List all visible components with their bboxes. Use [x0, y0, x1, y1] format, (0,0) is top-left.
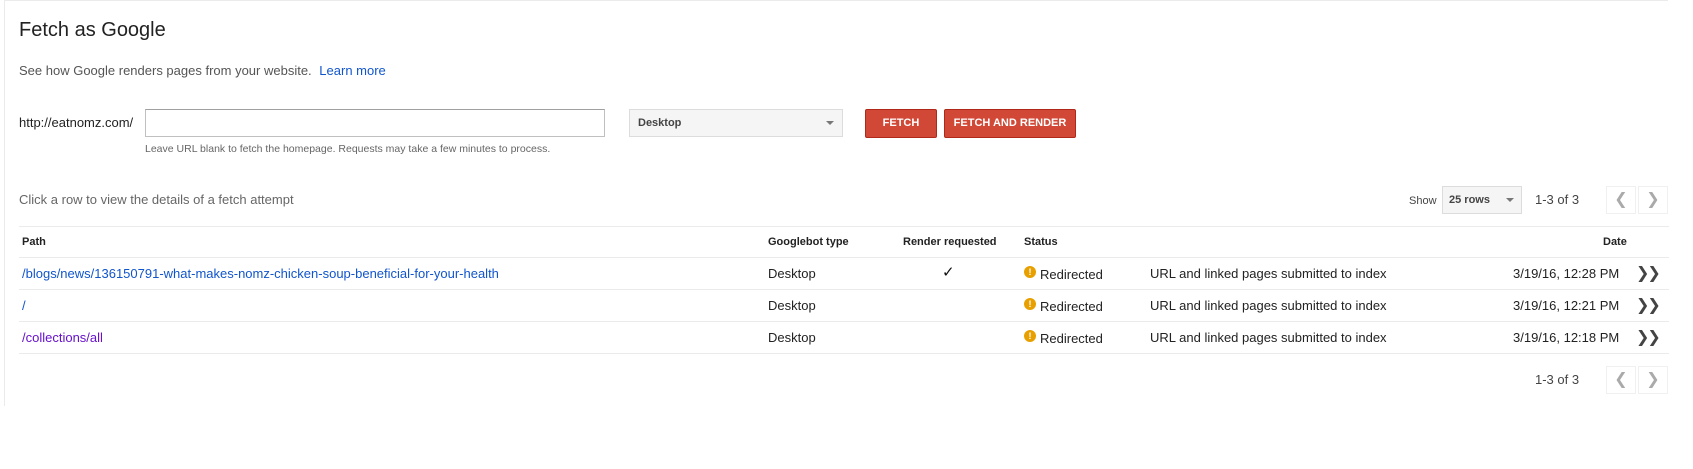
learn-more-link[interactable]: Learn more	[319, 63, 385, 78]
chevron-left-icon[interactable]: ❮	[1606, 366, 1636, 394]
row-date: 3/19/16, 12:18 PM	[1513, 330, 1620, 345]
row-status: Redirected	[1040, 299, 1103, 314]
device-select[interactable]: Desktop	[629, 109, 843, 137]
chevron-double-right-icon[interactable]: ❯❯	[1636, 327, 1661, 347]
url-hint: Leave URL blank to fetch the homepage. R…	[145, 143, 551, 155]
table-header: Path Googlebot type Render requested Sta…	[19, 226, 1669, 258]
chevron-left-icon[interactable]: ❮	[1606, 186, 1636, 214]
column-header-render-requested[interactable]: Render requested	[903, 236, 997, 248]
rows-per-page-value: 25 rows	[1449, 194, 1490, 206]
show-rows-label: Show	[1409, 195, 1437, 207]
rows-per-page-select[interactable]: 25 rows	[1442, 186, 1522, 214]
row-click-hint: Click a row to view the details of a fet…	[19, 192, 294, 207]
chevron-right-icon[interactable]: ❯	[1638, 186, 1668, 214]
dropdown-caret-icon	[1506, 198, 1514, 202]
column-header-googlebot-type[interactable]: Googlebot type	[768, 236, 849, 248]
row-googlebot-type: Desktop	[768, 330, 816, 345]
chevron-double-right-icon[interactable]: ❯❯	[1636, 263, 1661, 283]
row-date: 3/19/16, 12:21 PM	[1513, 298, 1620, 313]
warning-icon: !	[1024, 298, 1036, 310]
fetch-as-google-panel: Fetch as Google See how Google renders p…	[4, 0, 1669, 406]
url-path-input[interactable]	[145, 109, 605, 137]
table-row[interactable]: /blogs/news/136150791-what-makes-nomz-ch…	[19, 258, 1669, 290]
chevron-right-icon[interactable]: ❯	[1638, 366, 1668, 394]
row-googlebot-type: Desktop	[768, 266, 816, 281]
row-path-link[interactable]: /blogs/news/136150791-what-makes-nomz-ch…	[22, 266, 499, 281]
table-row[interactable]: / Desktop ! Redirected URL and linked pa…	[19, 290, 1669, 322]
row-submitted-note: URL and linked pages submitted to index	[1150, 266, 1387, 281]
device-select-value: Desktop	[638, 117, 682, 129]
row-submitted-note: URL and linked pages submitted to index	[1150, 298, 1387, 313]
chevron-double-right-icon[interactable]: ❯❯	[1636, 295, 1661, 315]
page-description: See how Google renders pages from your w…	[19, 63, 386, 78]
column-header-date[interactable]: Date	[1603, 236, 1627, 248]
fetch-and-render-button[interactable]: Fetch and Render	[944, 109, 1076, 138]
row-status: Redirected	[1040, 331, 1103, 346]
row-status: Redirected	[1040, 267, 1103, 282]
dropdown-caret-icon	[826, 121, 834, 125]
base-url-label: http://eatnomz.com/	[19, 115, 134, 130]
row-googlebot-type: Desktop	[768, 298, 816, 313]
checkmark-icon: ✓	[942, 264, 955, 281]
column-header-path[interactable]: Path	[22, 236, 46, 248]
warning-icon: !	[1024, 266, 1036, 278]
pager-count-bottom: 1-3 of 3	[1535, 372, 1580, 387]
row-submitted-note: URL and linked pages submitted to index	[1150, 330, 1387, 345]
row-path-link[interactable]: /collections/all	[22, 330, 103, 345]
column-header-status[interactable]: Status	[1024, 236, 1058, 248]
row-path-link[interactable]: /	[22, 298, 26, 313]
fetch-button[interactable]: Fetch	[865, 109, 937, 138]
pager-count-top: 1-3 of 3	[1535, 192, 1580, 207]
description-text: See how Google renders pages from your w…	[19, 63, 312, 78]
warning-icon: !	[1024, 330, 1036, 342]
table-row[interactable]: /collections/all Desktop ! Redirected UR…	[19, 322, 1669, 354]
page-title: Fetch as Google	[19, 19, 166, 41]
row-date: 3/19/16, 12:28 PM	[1513, 266, 1620, 281]
